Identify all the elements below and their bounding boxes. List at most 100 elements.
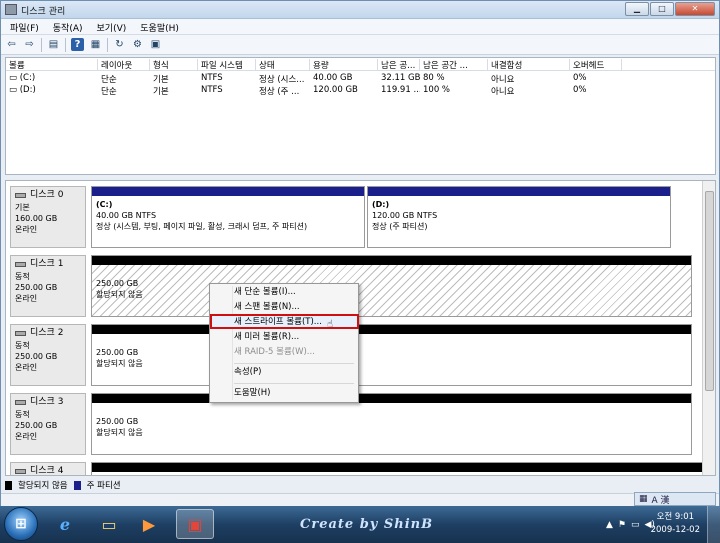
disk-name: 디스크 1: [30, 259, 64, 269]
disk-state: 온라인: [15, 294, 38, 303]
disk-label[interactable]: 디스크 4 동적: [10, 462, 86, 475]
console-tree-icon[interactable]: ▤: [47, 38, 60, 51]
layout-cell: 단순: [101, 87, 117, 97]
language-bar[interactable]: ▦ A 漢: [634, 492, 716, 506]
taskbar: ⊞ e ▭ ▶ ▣ Create by ShinB ▲ ⚑ ▭ ◀) 오전 9:…: [0, 506, 720, 543]
ie-icon[interactable]: e: [46, 509, 84, 539]
maximize-button[interactable]: □: [650, 2, 674, 16]
fault-tolerance-cell: 아니요: [491, 87, 515, 97]
forward-arrow-icon[interactable]: ⇨: [23, 38, 36, 51]
show-hidden-icons-icon[interactable]: ▲: [606, 520, 613, 530]
unallocated-space[interactable]: 250.00 GB 할당되지 않음: [91, 255, 692, 317]
column-header-fault-tolerance[interactable]: 내결함성: [488, 59, 570, 71]
unallocated-space[interactable]: 250.00 GB 할당되지 않음: [91, 393, 692, 455]
filesystem-cell: NTFS: [201, 85, 223, 95]
column-header-percent-free[interactable]: 남은 공간 ...: [420, 59, 488, 71]
unallocated-band: [92, 463, 703, 472]
settings-icon[interactable]: ⚙: [131, 38, 144, 51]
disk-name: 디스크 0: [30, 190, 64, 200]
free-space-cell: 119.91 ...: [381, 85, 420, 95]
disk-label[interactable]: 디스크 3 동적 250.00 GB 온라인: [10, 393, 86, 455]
action-center-icon[interactable]: ⚑: [618, 520, 626, 530]
unallocated-band: [92, 394, 691, 403]
disk-state: 온라인: [15, 432, 38, 441]
menu-separator: [234, 363, 354, 364]
scrollbar-thumb[interactable]: [705, 191, 714, 391]
unallocated-space[interactable]: [91, 462, 704, 475]
language-bar-text[interactable]: A 漢: [652, 493, 670, 506]
column-header-capacity[interactable]: 용량: [310, 59, 378, 71]
column-header-layout[interactable]: 레이아웃: [98, 59, 150, 71]
legend-primary: 주 파티션: [86, 481, 121, 491]
explorer-icon[interactable]: ▭: [90, 509, 128, 539]
disk-icon: [15, 193, 26, 198]
language-bar-grip-icon: ▦: [639, 494, 648, 504]
column-header-type[interactable]: 형식: [150, 59, 198, 71]
partition-d[interactable]: (D:) 120.00 GB NTFS 정상 (주 파티션): [367, 186, 671, 248]
menu-action[interactable]: 동작(A): [44, 19, 88, 34]
context-menu: 새 단순 볼륨(I)... 새 스팬 볼륨(N)... 새 스트라이프 볼륨(T…: [209, 283, 359, 403]
disk-icon: [15, 469, 26, 474]
filesystem-cell: NTFS: [201, 73, 223, 83]
disk-icon: [15, 400, 26, 405]
primary-partition-swatch: [73, 480, 81, 490]
disk-size: 160.00 GB: [15, 214, 58, 223]
menu-separator: [234, 383, 354, 384]
disk-management-icon[interactable]: ▣: [176, 509, 214, 539]
menu-file[interactable]: 파일(F): [1, 19, 44, 34]
minimize-button[interactable]: ▁: [625, 2, 649, 16]
menu-help[interactable]: 도움말(H): [131, 19, 184, 34]
column-header-volume[interactable]: 볼륨: [6, 59, 98, 71]
partition-label: (D:): [372, 200, 390, 209]
percent-free-cell: 80 %: [423, 73, 445, 83]
start-button[interactable]: ⊞: [4, 507, 38, 541]
export-icon[interactable]: ▣: [149, 38, 162, 51]
partition-c[interactable]: (C:) 40.00 GB NTFS 정상 (시스템, 부팅, 페이지 파일, …: [91, 186, 365, 248]
menu-properties[interactable]: 속성(P): [212, 365, 356, 380]
column-header-status[interactable]: 상태: [256, 59, 310, 71]
back-arrow-icon[interactable]: ⇦: [5, 38, 18, 51]
table-row[interactable]: ▭ (D:) 단순 기본 NTFS 정상 (주 ... 120.00 GB 11…: [6, 84, 715, 97]
disk-management-app-icon[interactable]: [5, 4, 17, 15]
table-row[interactable]: ▭ (C:) 단순 기본 NTFS 정상 (시스... 40.00 GB 32.…: [6, 72, 715, 85]
unallocated-label: 할당되지 않음: [96, 428, 143, 437]
properties-icon[interactable]: ▦: [89, 38, 102, 51]
column-header-free-space[interactable]: 남은 공...: [378, 59, 420, 71]
menu-new-simple-volume[interactable]: 새 단순 볼륨(I)...: [212, 285, 356, 300]
refresh-icon[interactable]: ↻: [113, 38, 126, 51]
free-space-cell: 32.11 GB: [381, 73, 420, 83]
volume-list[interactable]: 볼륨 레이아웃 형식 파일 시스템 상태 용량 남은 공... 남은 공간 ..…: [5, 57, 716, 175]
disk-state: 온라인: [15, 363, 38, 372]
partition-label: (C:): [96, 200, 113, 209]
column-header-filesystem[interactable]: 파일 시스템: [198, 59, 256, 71]
network-icon[interactable]: ▭: [631, 520, 640, 530]
toolbar: ⇦ ⇨ ▤ ? ▦ ↻ ⚙ ▣: [1, 35, 719, 55]
partition-detail: 120.00 GB NTFS: [372, 211, 438, 220]
media-player-icon[interactable]: ▶: [130, 509, 168, 539]
disk-row-0: 디스크 0 기본 160.00 GB 온라인 (C:) 40.00 GB NTF…: [10, 186, 704, 248]
vertical-scrollbar[interactable]: [702, 181, 715, 475]
menu-bar: 파일(F) 동작(A) 보기(V) 도움말(H): [1, 19, 719, 35]
unallocated-space[interactable]: 250.00 GB 할당되지 않음: [91, 324, 692, 386]
menu-new-mirrored-volume[interactable]: 새 미러 볼륨(R)...: [212, 330, 356, 345]
clock-date: 2009-12-02: [650, 525, 700, 535]
unallocated-band: [92, 256, 691, 265]
disk-label[interactable]: 디스크 2 동적 250.00 GB 온라인: [10, 324, 86, 386]
status-cell: 정상 (주 ...: [259, 87, 300, 97]
column-header-overhead[interactable]: 오버헤드: [570, 59, 622, 71]
help-icon[interactable]: ?: [71, 38, 84, 51]
menu-help-item[interactable]: 도움말(H): [212, 386, 356, 401]
show-desktop-button[interactable]: [707, 506, 720, 543]
volume-list-header: 볼륨 레이아웃 형식 파일 시스템 상태 용량 남은 공... 남은 공간 ..…: [6, 58, 715, 71]
clock[interactable]: 오전 9:01 2009-12-02: [651, 511, 700, 537]
disk-label[interactable]: 디스크 1 동적 250.00 GB 온라인: [10, 255, 86, 317]
menu-new-spanned-volume[interactable]: 새 스팬 볼륨(N)...: [212, 300, 356, 315]
disk-type: 동적: [15, 272, 30, 281]
disk-icon: [15, 262, 26, 267]
menu-new-striped-volume[interactable]: 새 스트라이프 볼륨(T)...: [210, 314, 359, 329]
menu-view[interactable]: 보기(V): [88, 19, 132, 34]
disk-state: 온라인: [15, 225, 38, 234]
system-tray: ▲ ⚑ ▭ ◀) 오전 9:01 2009-12-02: [590, 506, 720, 543]
disk-label[interactable]: 디스크 0 기본 160.00 GB 온라인: [10, 186, 86, 248]
close-button[interactable]: ✕: [675, 2, 715, 16]
